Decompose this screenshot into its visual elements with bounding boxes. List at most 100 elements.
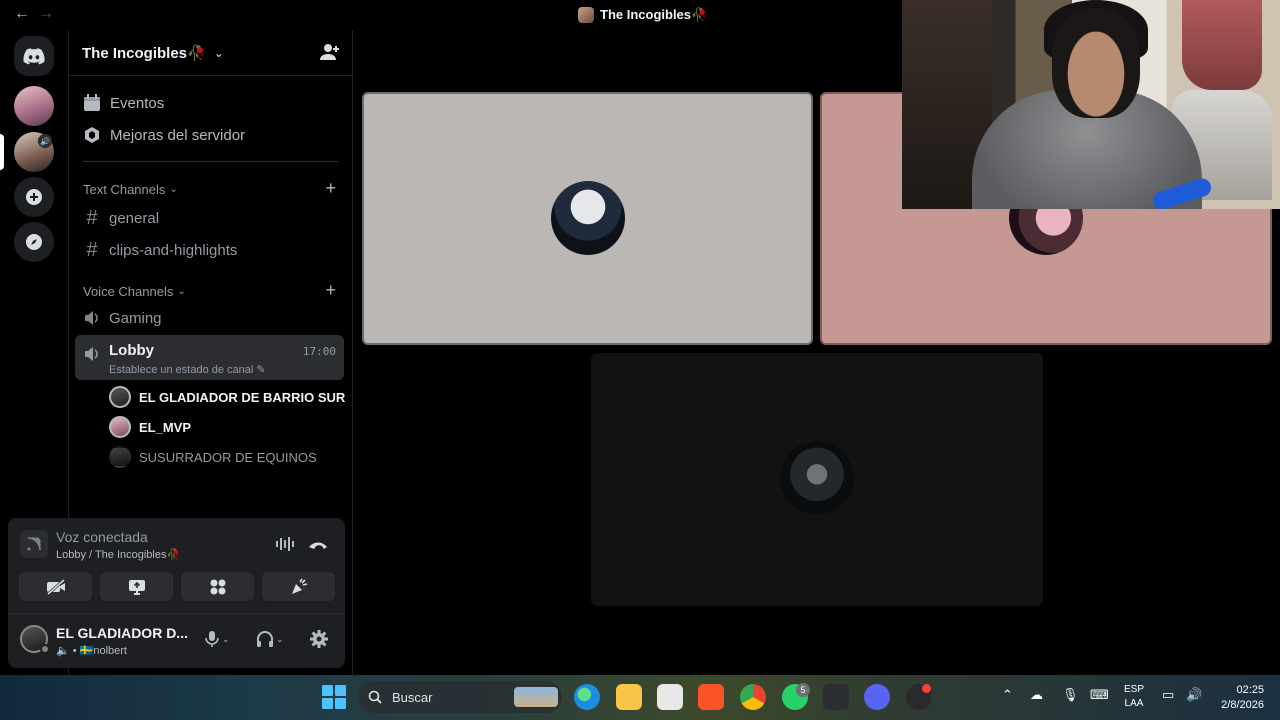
chrome-browser-icon[interactable]: [740, 684, 766, 710]
voice-channel-gaming[interactable]: Gaming: [83, 309, 162, 327]
file-explorer-icon[interactable]: [616, 684, 642, 710]
avatar: [109, 446, 131, 468]
hash-icon: #: [86, 207, 98, 229]
current-user-status: 🔈 • 🇸🇪nolbert: [56, 645, 127, 657]
input-language-indicator[interactable]: ESP LAA: [1124, 683, 1144, 711]
taskbar-search[interactable]: Buscar: [358, 681, 562, 713]
boost-icon: [85, 127, 99, 143]
language-code: ESP: [1124, 684, 1145, 695]
microphone-button[interactable]: ⌄: [204, 630, 230, 648]
channel-label: Lobby: [109, 342, 154, 359]
server-icon-1[interactable]: [14, 86, 54, 126]
avatar: [109, 416, 131, 438]
calendar-icon: [84, 94, 100, 111]
windows-start-icon[interactable]: [322, 685, 346, 709]
forward-arrow-icon[interactable]: →: [38, 5, 54, 23]
discord-taskbar-icon[interactable]: [864, 684, 890, 710]
status-indicator: [40, 644, 50, 654]
category-label: Text Channels: [83, 182, 166, 197]
sidebar-item-label: Eventos: [110, 94, 165, 112]
show-hidden-icons-chevron-icon[interactable]: ⌃: [1002, 687, 1013, 703]
current-user-name[interactable]: EL GLADIADOR D...: [56, 625, 188, 641]
webcam-overlay: [902, 0, 1280, 209]
hash-icon: #: [86, 239, 98, 261]
window-title-text: The Incogibles🥀: [600, 7, 708, 22]
gear-icon: [310, 630, 328, 648]
voice-user[interactable]: EL_MVP: [109, 416, 191, 438]
keyboard-layout-code: LAA: [1124, 698, 1144, 709]
panel-divider: [8, 613, 345, 614]
soundboard-button[interactable]: [262, 572, 335, 601]
voice-connected-title[interactable]: Voz conectada: [56, 529, 148, 545]
microphone-tray-icon[interactable]: 🎙: [1062, 687, 1079, 703]
voice-active-icon: 🔊: [38, 134, 52, 148]
noise-suppression-icon[interactable]: [275, 536, 295, 557]
chevron-down-icon: ⌄: [169, 184, 178, 195]
whatsapp-unread-badge: 5: [796, 683, 810, 697]
explore-compass-icon[interactable]: [14, 222, 54, 262]
webcam-background: [1182, 0, 1262, 90]
pencil-icon: ✎: [256, 364, 266, 376]
edge-browser-icon[interactable]: [574, 684, 600, 710]
channel-general[interactable]: # general: [83, 207, 159, 230]
screen-share-icon: [128, 579, 145, 595]
chevron-down-icon[interactable]: ⌄: [222, 634, 230, 645]
brave-browser-icon[interactable]: [698, 684, 724, 710]
avatar: [551, 181, 625, 255]
invite-people-icon[interactable]: [320, 43, 340, 66]
create-voice-channel-plus-icon[interactable]: +: [325, 280, 336, 301]
server-name: The Incogibles🥀: [82, 44, 206, 62]
add-server-icon[interactable]: [14, 177, 54, 217]
channel-label: clips-and-highlights: [109, 242, 238, 259]
sidebar-item-label: Mejoras del servidor: [110, 126, 246, 144]
onedrive-icon[interactable]: ☁: [1030, 687, 1043, 703]
chevron-down-icon[interactable]: ⌄: [276, 634, 284, 645]
webcam-person-face: [1052, 8, 1140, 118]
voice-user-name: EL_MVP: [139, 419, 192, 435]
channel-label: general: [109, 210, 160, 227]
microphone-icon: [205, 631, 219, 647]
clock-time: 02:25: [1236, 684, 1264, 696]
channel-clips-and-highlights[interactable]: # clips-and-highlights: [83, 239, 237, 262]
connection-signal-icon[interactable]: [20, 530, 48, 558]
channel-label: Gaming: [109, 309, 162, 327]
search-placeholder: Buscar: [392, 689, 433, 705]
screen-share-button[interactable]: [100, 572, 173, 601]
sidebar-item-server-boost[interactable]: Mejoras del servidor: [83, 126, 245, 144]
participant-tile[interactable]: [362, 92, 813, 345]
system-clock[interactable]: 02:25 2/8/2026: [1214, 683, 1264, 713]
create-channel-plus-icon[interactable]: +: [325, 178, 336, 199]
voice-user-name: SUSURRADOR DE EQUINOS: [139, 449, 317, 465]
channel-status-text: Establece un estado de canal: [109, 364, 254, 376]
sidebar-item-events[interactable]: Eventos: [83, 94, 164, 112]
discord-home-icon[interactable]: [14, 36, 54, 76]
server-header[interactable]: The Incogibles🥀 ⌄: [69, 30, 352, 76]
headphones-icon: [257, 631, 273, 647]
voice-user[interactable]: EL GLADIADOR DE BARRIO SUR: [109, 386, 345, 408]
disconnect-phone-icon[interactable]: [308, 538, 328, 556]
headphones-button[interactable]: ⌄: [256, 630, 284, 648]
search-icon: [368, 690, 382, 704]
participant-tile[interactable]: [591, 353, 1043, 606]
speaker-icon: [85, 347, 98, 361]
activities-button[interactable]: [181, 572, 254, 601]
voice-connected-subtitle[interactable]: Lobby / The Incogibles🥀: [56, 548, 180, 561]
soundboard-icon: [291, 578, 307, 594]
camera-off-button[interactable]: [19, 572, 92, 601]
network-icon[interactable]: ▭: [1162, 687, 1174, 703]
voice-user[interactable]: SUSURRADOR DE EQUINOS: [109, 446, 317, 468]
chevron-down-icon: ⌄: [213, 45, 224, 60]
volume-icon[interactable]: 🔊: [1186, 687, 1202, 703]
channel-status-prompt[interactable]: Establece un estado de canal ✎: [109, 363, 266, 376]
user-settings-button[interactable]: [310, 630, 328, 648]
back-arrow-icon[interactable]: ←: [14, 5, 30, 23]
sidebar-divider: [83, 161, 338, 162]
category-voice-channels[interactable]: Voice Channels ⌄: [83, 284, 186, 299]
keyboard-icon[interactable]: ⌨: [1090, 687, 1109, 703]
microsoft-store-icon[interactable]: [657, 684, 683, 710]
clock-date: 2/8/2026: [1221, 699, 1264, 711]
category-text-channels[interactable]: Text Channels ⌄: [83, 182, 178, 197]
voice-channel-lobby[interactable]: Lobby Establece un estado de canal ✎ 17:…: [75, 335, 344, 380]
davinci-resolve-icon[interactable]: [823, 684, 849, 710]
search-highlight-image: [514, 687, 558, 707]
